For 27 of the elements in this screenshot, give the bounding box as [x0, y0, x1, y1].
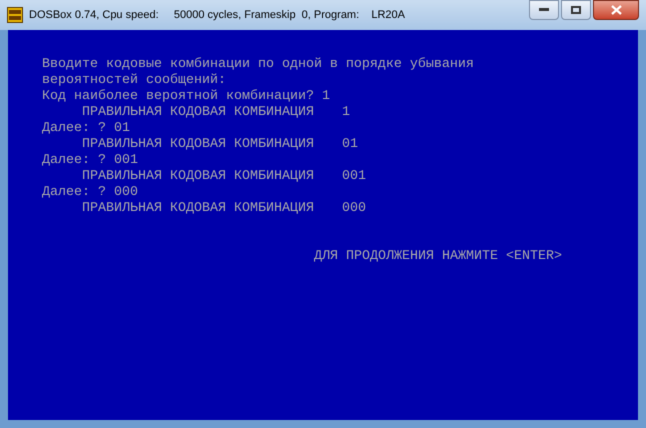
- continue-prompt: ДЛЯ ПРОДОЛЖЕНИЯ НАЖМИТЕ <ENTER>: [314, 249, 562, 264]
- app-logo-icon: [7, 7, 23, 23]
- result-label: ПРАВИЛЬНАЯ КОДОВАЯ КОМБИНАЦИЯ: [82, 105, 314, 121]
- result-value: 1: [342, 105, 350, 121]
- window-title: DOSBox 0.74, Cpu speed: 50000 cycles, Frameskip 0, Program: LR20A: [29, 8, 406, 23]
- result-value: 000: [342, 201, 366, 217]
- typed-answer-text: 1: [322, 89, 330, 105]
- minimize-icon: [539, 8, 549, 12]
- console-text: Вводите кодовые комбинации по одной в порядке убывания: [42, 57, 474, 72]
- typed-answer-text: 01: [114, 121, 130, 137]
- prompt-text: Код наиболее вероятной комбинации?: [42, 89, 314, 105]
- prompt-text: Далее: ?: [42, 153, 106, 169]
- minimize-button[interactable]: [529, 0, 559, 20]
- result-value: 01: [342, 137, 358, 153]
- close-icon: [610, 5, 622, 15]
- result-label: ПРАВИЛЬНАЯ КОДОВАЯ КОМБИНАЦИЯ: [82, 169, 314, 185]
- result-value: 001: [342, 169, 366, 185]
- typed-answer-text: 000: [114, 185, 138, 201]
- console-text: вероятностей сообщений:: [42, 73, 226, 88]
- maximize-button[interactable]: [561, 0, 591, 20]
- result-label: ПРАВИЛЬНАЯ КОДОВАЯ КОМБИНАЦИЯ: [82, 201, 314, 217]
- result-label: ПРАВИЛЬНАЯ КОДОВАЯ КОМБИНАЦИЯ: [82, 137, 314, 153]
- prompt-text: Далее: ?: [42, 185, 106, 201]
- prompt-text: Далее: ?: [42, 121, 106, 137]
- close-button[interactable]: [593, 0, 639, 20]
- restore-icon: [571, 6, 581, 14]
- typed-answer-text: 001: [114, 153, 138, 169]
